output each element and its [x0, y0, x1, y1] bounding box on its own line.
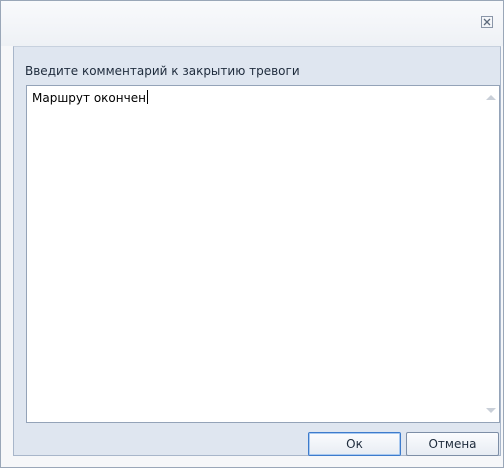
close-icon	[481, 16, 493, 28]
close-button[interactable]	[479, 14, 495, 30]
scroll-down-arrow-icon[interactable]	[486, 408, 496, 413]
comment-text-line: Маршрут окончен	[32, 90, 148, 105]
dialog-titlebar	[1, 1, 503, 46]
comment-text: Маршрут окончен	[32, 91, 146, 105]
dialog-content-panel: Введите комментарий к закрытию тревоги М…	[13, 46, 501, 456]
comment-prompt-label: Введите комментарий к закрытию тревоги	[25, 64, 300, 78]
vertical-scrollbar[interactable]	[482, 86, 499, 422]
close-alarm-dialog: Введите комментарий к закрытию тревоги М…	[0, 0, 504, 468]
text-caret	[146, 90, 148, 104]
comment-textarea[interactable]: Маршрут окончен	[26, 85, 500, 423]
cancel-button[interactable]: Отмена	[406, 432, 499, 456]
scroll-up-arrow-icon[interactable]	[486, 95, 496, 100]
ok-button[interactable]: Ок	[308, 432, 401, 456]
